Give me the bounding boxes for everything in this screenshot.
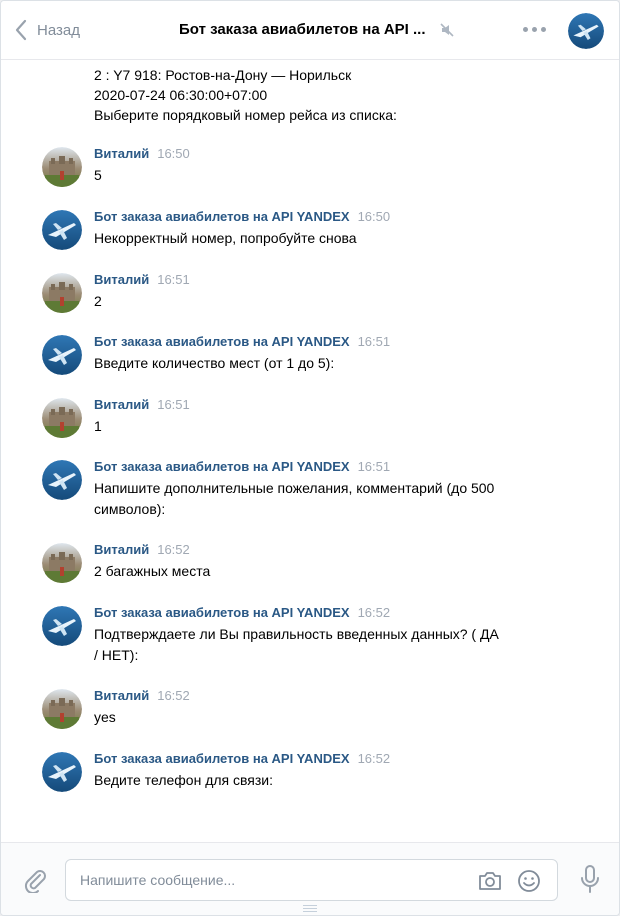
airplane-icon [568, 13, 604, 49]
message-input[interactable] [80, 860, 460, 900]
message-line: 2 [94, 293, 102, 309]
message-header: Бот заказа авиабилетов на API YANDEX 16:5… [94, 334, 390, 349]
bot-avatar[interactable] [42, 752, 82, 792]
message-line: / НЕТ): [94, 647, 139, 663]
message-time[interactable]: 16:52 [358, 751, 391, 766]
message-author[interactable]: Бот заказа авиабилетов на API YANDEX [94, 459, 350, 474]
message-line: символов): [94, 501, 166, 517]
message-text: Введите количество мест (от 1 до 5): [94, 353, 524, 374]
message-line: Введите количество мест (от 1 до 5): [94, 355, 335, 371]
message-time[interactable]: 16:51 [157, 272, 190, 287]
message-line: Подтверждаете ли Вы правильность введенн… [94, 626, 499, 642]
message-text: Некорректный номер, попробуйте снова [94, 228, 524, 249]
more-actions-icon[interactable] [523, 27, 546, 32]
emoji-icon[interactable] [517, 869, 541, 893]
message-input-box[interactable] [65, 859, 558, 901]
message-header: Виталий 16:52 [94, 688, 190, 703]
microphone-icon[interactable] [579, 865, 601, 895]
message-line: 2020-07-24 06:30:00+07:00 [94, 87, 268, 103]
message-header: Виталий 16:51 [94, 397, 190, 412]
message-time[interactable]: 16:52 [358, 605, 391, 620]
user-avatar[interactable] [42, 273, 82, 313]
message-history[interactable]: 2020-07-22 06:30:00+07:002 : Y7 918: Рос… [1, 41, 619, 841]
camera-icon[interactable] [477, 869, 503, 893]
message-line: Некорректный номер, попробуйте снова [94, 230, 357, 246]
message-text: Напишите дополнительные пожелания, комме… [94, 478, 524, 520]
message-author[interactable]: Бот заказа авиабилетов на API YANDEX [94, 605, 350, 620]
message-line: Выберите порядковый номер рейса из списк… [94, 107, 397, 123]
message-text: Подтверждаете ли Вы правильность введенн… [94, 624, 524, 666]
message-line: 1 [94, 418, 102, 434]
message-line: 2 багажных места [94, 563, 211, 579]
user-avatar[interactable] [42, 689, 82, 729]
message-text: 1 [94, 416, 524, 437]
chat-title[interactable]: Бот заказа авиабилетов на API ... [179, 21, 429, 38]
message-text: 2 багажных места [94, 561, 524, 582]
message-line: Ведите телефон для связи: [94, 772, 273, 788]
bot-avatar[interactable] [42, 460, 82, 500]
message-time[interactable]: 16:50 [358, 209, 391, 224]
message-header: Бот заказа авиабилетов на API YANDEX 16:5… [94, 605, 390, 620]
message-time[interactable]: 16:52 [157, 542, 190, 557]
back-button[interactable]: Назад [15, 19, 80, 41]
muted-icon [440, 23, 454, 37]
message-author[interactable]: Виталий [94, 397, 149, 412]
chat-avatar[interactable] [568, 13, 604, 49]
chevron-left-icon [15, 19, 27, 41]
user-avatar[interactable] [42, 543, 82, 583]
bot-avatar[interactable] [42, 335, 82, 375]
message-author[interactable]: Виталий [94, 688, 149, 703]
chat-window: Назад Бот заказа авиабилетов на API ... … [0, 0, 620, 916]
message-line: 5 [94, 167, 102, 183]
message-composer [1, 842, 619, 915]
message-text: 2 [94, 291, 524, 312]
message-author[interactable]: Бот заказа авиабилетов на API YANDEX [94, 334, 350, 349]
message-header: Бот заказа авиабилетов на API YANDEX 16:5… [94, 751, 390, 766]
message-author[interactable]: Виталий [94, 542, 149, 557]
message-line: yes [94, 709, 116, 725]
message-time[interactable]: 16:51 [358, 334, 391, 349]
bot-avatar[interactable] [42, 606, 82, 646]
message-line: 2 : Y7 918: Ростов-на-Дону — Норильск [94, 67, 352, 83]
chat-header: Назад Бот заказа авиабилетов на API ... [1, 1, 619, 60]
message-author[interactable]: Виталий [94, 272, 149, 287]
bot-avatar[interactable] [42, 210, 82, 250]
message-line: Напишите дополнительные пожелания, комме… [94, 480, 495, 496]
message-header: Бот заказа авиабилетов на API YANDEX 16:5… [94, 209, 390, 224]
back-label: Назад [37, 21, 80, 39]
message-author[interactable]: Виталий [94, 146, 149, 161]
message-text: yes [94, 707, 524, 728]
message-time[interactable]: 16:52 [157, 688, 190, 703]
message-text: Ведите телефон для связи: [94, 770, 524, 791]
message-text: 5 [94, 165, 524, 186]
message-author[interactable]: Бот заказа авиабилетов на API YANDEX [94, 751, 350, 766]
attach-icon[interactable] [23, 867, 47, 893]
message-time[interactable]: 16:50 [157, 146, 190, 161]
message-header: Бот заказа авиабилетов на API YANDEX 16:5… [94, 459, 390, 474]
resize-handle[interactable] [303, 905, 317, 914]
message-author[interactable]: Бот заказа авиабилетов на API YANDEX [94, 209, 350, 224]
message-time[interactable]: 16:51 [157, 397, 190, 412]
user-avatar[interactable] [42, 147, 82, 187]
message-header: Виталий 16:50 [94, 146, 190, 161]
message-header: Виталий 16:51 [94, 272, 190, 287]
message-time[interactable]: 16:51 [358, 459, 391, 474]
message-header: Виталий 16:52 [94, 542, 190, 557]
user-avatar[interactable] [42, 398, 82, 438]
